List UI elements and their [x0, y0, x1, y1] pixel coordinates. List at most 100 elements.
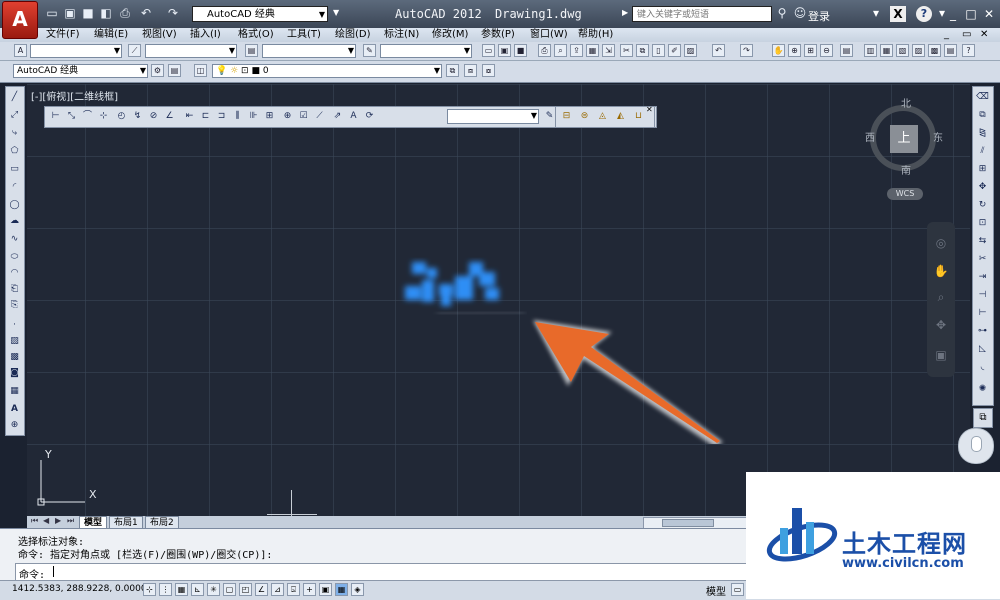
redo-icon[interactable]: ↷ — [740, 44, 753, 57]
print-icon[interactable]: ⎙ — [538, 44, 551, 57]
lineweight-icon[interactable]: + — [303, 583, 316, 596]
workspace-combo[interactable]: AutoCAD 经典 ▼ — [13, 64, 148, 78]
construction-line-icon[interactable]: ⤢ — [8, 109, 21, 122]
wcs-menu[interactable]: WCS — [887, 188, 923, 200]
copy-object-icon[interactable]: ⧉ — [976, 109, 989, 122]
spline-icon[interactable]: ∿ — [8, 233, 21, 246]
tool-palettes-icon[interactable]: ▦ — [880, 44, 893, 57]
selected-objects[interactable] — [397, 254, 527, 324]
new-icon[interactable]: ▭ — [44, 5, 60, 21]
paste-icon[interactable]: ▯ — [652, 44, 665, 57]
selection-cycling-icon[interactable]: ◈ — [351, 583, 364, 596]
zoom-previous-icon[interactable]: ⊖ — [820, 44, 833, 57]
add-selected-icon[interactable]: ⊕ — [8, 419, 21, 432]
zoom-realtime-icon[interactable]: ⊕ — [788, 44, 801, 57]
ordinate-dim-icon[interactable]: ⊹ — [97, 110, 110, 123]
menu-parametric[interactable]: 参数(P) — [481, 28, 515, 42]
maximize-button[interactable]: □ — [962, 6, 980, 22]
object-snap-icon[interactable]: ▢ — [223, 583, 236, 596]
sheet-set-icon[interactable]: ▧ — [896, 44, 909, 57]
extend-icon[interactable]: ⇥ — [976, 271, 989, 284]
open-icon[interactable]: ▣ — [62, 5, 78, 21]
menu-tools[interactable]: 工具(T) — [287, 28, 321, 42]
gradient-icon[interactable]: ▩ — [8, 351, 21, 364]
fillet-icon[interactable]: ◟ — [976, 361, 989, 374]
help-dropdown-icon[interactable]: ▾ — [868, 5, 884, 21]
compass-west[interactable]: 西 — [865, 129, 875, 144]
arc-icon[interactable]: ◜ — [8, 181, 21, 194]
layer-previous-icon[interactable]: ⧈ — [464, 64, 477, 77]
help-icon[interactable]: ? — [916, 6, 932, 22]
insert-block-icon[interactable]: ⎗ — [8, 283, 21, 296]
menu-file[interactable]: 文件(F) — [46, 28, 80, 42]
view-cube[interactable]: 北 南 东 西 上 WCS — [865, 92, 955, 202]
close-button[interactable]: ✕ — [980, 6, 998, 22]
compass-south[interactable]: 南 — [901, 162, 911, 177]
revcloud-icon[interactable]: ☁ — [8, 215, 21, 228]
make-block-icon[interactable]: ⎘ — [8, 299, 21, 312]
dim-style-icon[interactable]: ⟋ — [128, 44, 141, 57]
polygon-icon[interactable]: ⬠ — [8, 145, 21, 158]
multileader-style-icon[interactable]: ✎ — [363, 44, 376, 57]
point-icon[interactable]: · — [8, 319, 21, 332]
doc-restore-button[interactable]: ▭ — [962, 29, 971, 40]
text-style-combo[interactable]: ▼ — [30, 44, 122, 58]
dim-space-icon[interactable]: ⫼ — [231, 110, 244, 123]
zoom-icon[interactable]: ⌕ — [933, 290, 949, 306]
stretch-icon[interactable]: ⇆ — [976, 235, 989, 248]
model-space-button[interactable]: 模型 — [706, 583, 726, 598]
rotate-icon[interactable]: ↻ — [976, 199, 989, 212]
infer-constraints-icon[interactable]: ⊹ — [143, 583, 156, 596]
dim-text-edit-icon[interactable]: A — [347, 110, 360, 123]
compass-east[interactable]: 东 — [933, 129, 943, 144]
microphone-icon[interactable] — [958, 428, 994, 464]
multiline-text-icon[interactable]: A — [8, 403, 21, 416]
3d-print-icon[interactable]: ▦ — [586, 44, 599, 57]
arc-length-icon[interactable]: ⌒ — [81, 110, 94, 123]
jogged-dim-icon[interactable]: ↯ — [131, 110, 144, 123]
layer-properties-icon[interactable]: ◫ — [194, 64, 207, 77]
transparency-icon[interactable]: ▣ — [319, 583, 332, 596]
print-icon[interactable]: ⎙ — [117, 5, 133, 21]
open-icon[interactable]: ▣ — [498, 44, 511, 57]
viewport-controls[interactable]: [-][俯视][二维线框] — [31, 88, 118, 103]
region-icon[interactable]: ◙ — [8, 367, 21, 380]
menu-draw[interactable]: 绘图(D) — [335, 28, 371, 42]
undo-icon[interactable]: ↶ — [138, 5, 154, 21]
menu-modify[interactable]: 修改(M) — [432, 28, 468, 42]
pan-icon[interactable]: ✋ — [772, 44, 785, 57]
scale-icon[interactable]: ⊡ — [976, 217, 989, 230]
new-icon[interactable]: ▭ — [482, 44, 495, 57]
layer-states-icon[interactable]: ⧇ — [482, 64, 495, 77]
layer-combo[interactable]: 💡 ☼ ⊡ ■ 0 ▼ — [212, 64, 442, 78]
markup-icon[interactable]: ▨ — [912, 44, 925, 57]
offset-icon[interactable]: ⫽ — [976, 145, 989, 158]
center-mark-icon[interactable]: ⊕ — [281, 110, 294, 123]
close-icon[interactable]: ✕ — [646, 105, 653, 114]
make-current-icon[interactable]: ⧉ — [446, 64, 459, 77]
steering-wheel-icon[interactable]: ◎ — [933, 236, 949, 252]
dim-break-icon[interactable]: ⊪ — [247, 110, 260, 123]
first-tab-icon[interactable]: ⏮ — [31, 516, 38, 526]
cut-icon[interactable]: ✂ — [620, 44, 633, 57]
collect-leader-icon[interactable]: ⊔ — [632, 110, 645, 123]
polar-tracking-icon[interactable]: ✳ — [207, 583, 220, 596]
dim-style-combo[interactable]: ▼ — [447, 109, 539, 124]
preview-icon[interactable]: ⌕ — [554, 44, 567, 57]
baseline-dim-icon[interactable]: ⊏ — [199, 110, 212, 123]
showmotion-icon[interactable]: ▣ — [933, 348, 949, 364]
dim-update-icon[interactable]: ⟳ — [363, 110, 376, 123]
application-menu-button[interactable]: A — [2, 1, 38, 39]
table-style-combo[interactable]: ▼ — [262, 44, 356, 58]
quick-properties-icon[interactable]: ▦ — [335, 583, 348, 596]
layer-manager-icon[interactable]: ▤ — [168, 64, 181, 77]
customize-icon[interactable]: ▼ — [333, 8, 339, 17]
inspection-icon[interactable]: ☑ — [297, 110, 310, 123]
array-icon[interactable]: ⊞ — [976, 163, 989, 176]
dynamic-input-icon[interactable]: ⍄ — [287, 583, 300, 596]
rectangle-icon[interactable]: ▭ — [8, 163, 21, 176]
zoom-window-icon[interactable]: ⊞ — [804, 44, 817, 57]
workspace-settings-icon[interactable]: ⚙ — [151, 64, 164, 77]
multileader-style-combo[interactable]: ▼ — [380, 44, 472, 58]
erase-icon[interactable]: ⌫ — [976, 91, 989, 104]
